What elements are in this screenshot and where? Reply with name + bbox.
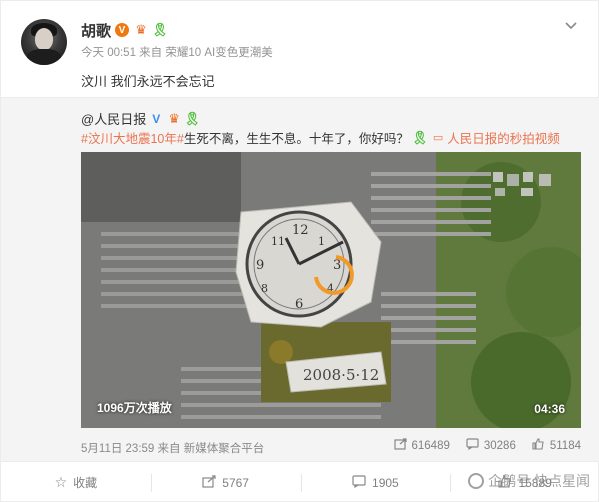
comment-action-count: 1905 [372,475,399,490]
thumbs-up-icon [532,438,545,453]
verified-blue-icon[interactable]: V [149,111,164,126]
repost-body-text: 生死不离，生生不息。十年了，你好吗？ [183,132,409,146]
share-icon [393,438,407,453]
repost-share-stat[interactable]: 616489 [393,438,450,453]
comment-count: 30286 [483,439,516,452]
svg-text:8: 8 [261,282,268,295]
weibo-post-card: 胡歌 V ♛ 🎗 今天 00:51 来自 荣耀10 AI变色更潮美 汶川 我们永… [0,0,599,502]
svg-text:11: 11 [271,235,285,248]
comment-button[interactable]: 1905 [300,462,451,502]
penguin-logo-icon [468,473,485,489]
repost-button[interactable]: 5767 [150,462,301,502]
hashtag-link[interactable]: #汶川大地震10年# [81,128,184,147]
like-count: 51184 [549,439,581,452]
svg-text:3: 3 [333,258,341,273]
repost-block: @人民日报 V ♛ 🎗 #汶川大地震10年# 生死不离，生生不息。十年了，你好吗… [1,97,599,461]
svg-text:9: 9 [256,258,264,273]
favorite-button[interactable]: ☆ 收藏 [1,462,151,502]
video-duration: 04:36 [534,402,565,416]
post-meta: 今天 00:51 来自 荣耀10 AI变色更潮美 [81,47,273,59]
repost-comment-stat[interactable]: 30286 [466,438,516,453]
repost-action-count: 5767 [222,475,249,490]
repost-footer: 5月11日 23:59 来自 新媒体聚合平台 616489 30286 5118… [81,438,581,456]
repost-author-name[interactable]: @人民日报 [81,109,146,128]
star-icon: ☆ [54,474,68,490]
green-ribbon-icon[interactable]: 🎗 [184,111,201,126]
post-text: 汶川 我们永远不会忘记 [81,74,215,89]
repost-like-stat[interactable]: 51184 [532,438,581,453]
video-camera-icon: ▭ [432,132,444,144]
chevron-down-icon[interactable] [564,18,578,32]
avatar[interactable] [21,19,67,65]
favorite-label: 收藏 [73,476,98,490]
video-link[interactable]: 人民日报的秒拍视频 [447,128,560,147]
author-name[interactable]: 胡歌 [81,20,111,41]
verified-orange-icon[interactable]: V [115,23,130,37]
repost-count: 616489 [411,439,450,452]
repost-time[interactable]: 5月11日 23:59 来自 新媒体聚合平台 [81,440,264,456]
repost-text: #汶川大地震10年# 生死不离，生生不息。十年了，你好吗？ 🎗 ▭ 人民日报的秒… [81,128,560,147]
watermark: 企鹅号 快点星闻 [468,471,590,491]
video-view-count: 1096万次播放 [97,401,172,415]
watermark-text: 企鹅号 快点星闻 [488,473,590,489]
vip-crown-icon[interactable]: ♛ [166,111,182,126]
svg-text:6: 6 [295,297,303,312]
comment-icon [352,474,366,491]
svg-text:12: 12 [292,223,309,238]
author-row: 胡歌 V ♛ 🎗 [81,20,169,41]
repost-author-row: @人民日报 V ♛ 🎗 [81,109,201,128]
video-player[interactable]: 12 3 6 9 11 1 8 4 2008·5·12 1096万次播放 04:… [81,152,581,428]
svg-text:1: 1 [318,235,325,248]
comment-icon [466,438,479,453]
green-ribbon-icon: 🎗 [411,129,429,145]
stone-date-text: 2008·5·12 [303,366,379,384]
video-frame-image: 12 3 6 9 11 1 8 4 2008·5·12 [81,152,581,428]
share-icon [202,474,216,491]
repost-stats: 616489 30286 51184 [393,438,581,453]
vip-crown-icon[interactable]: ♛ [133,22,149,37]
green-ribbon-icon[interactable]: 🎗 [152,22,169,37]
